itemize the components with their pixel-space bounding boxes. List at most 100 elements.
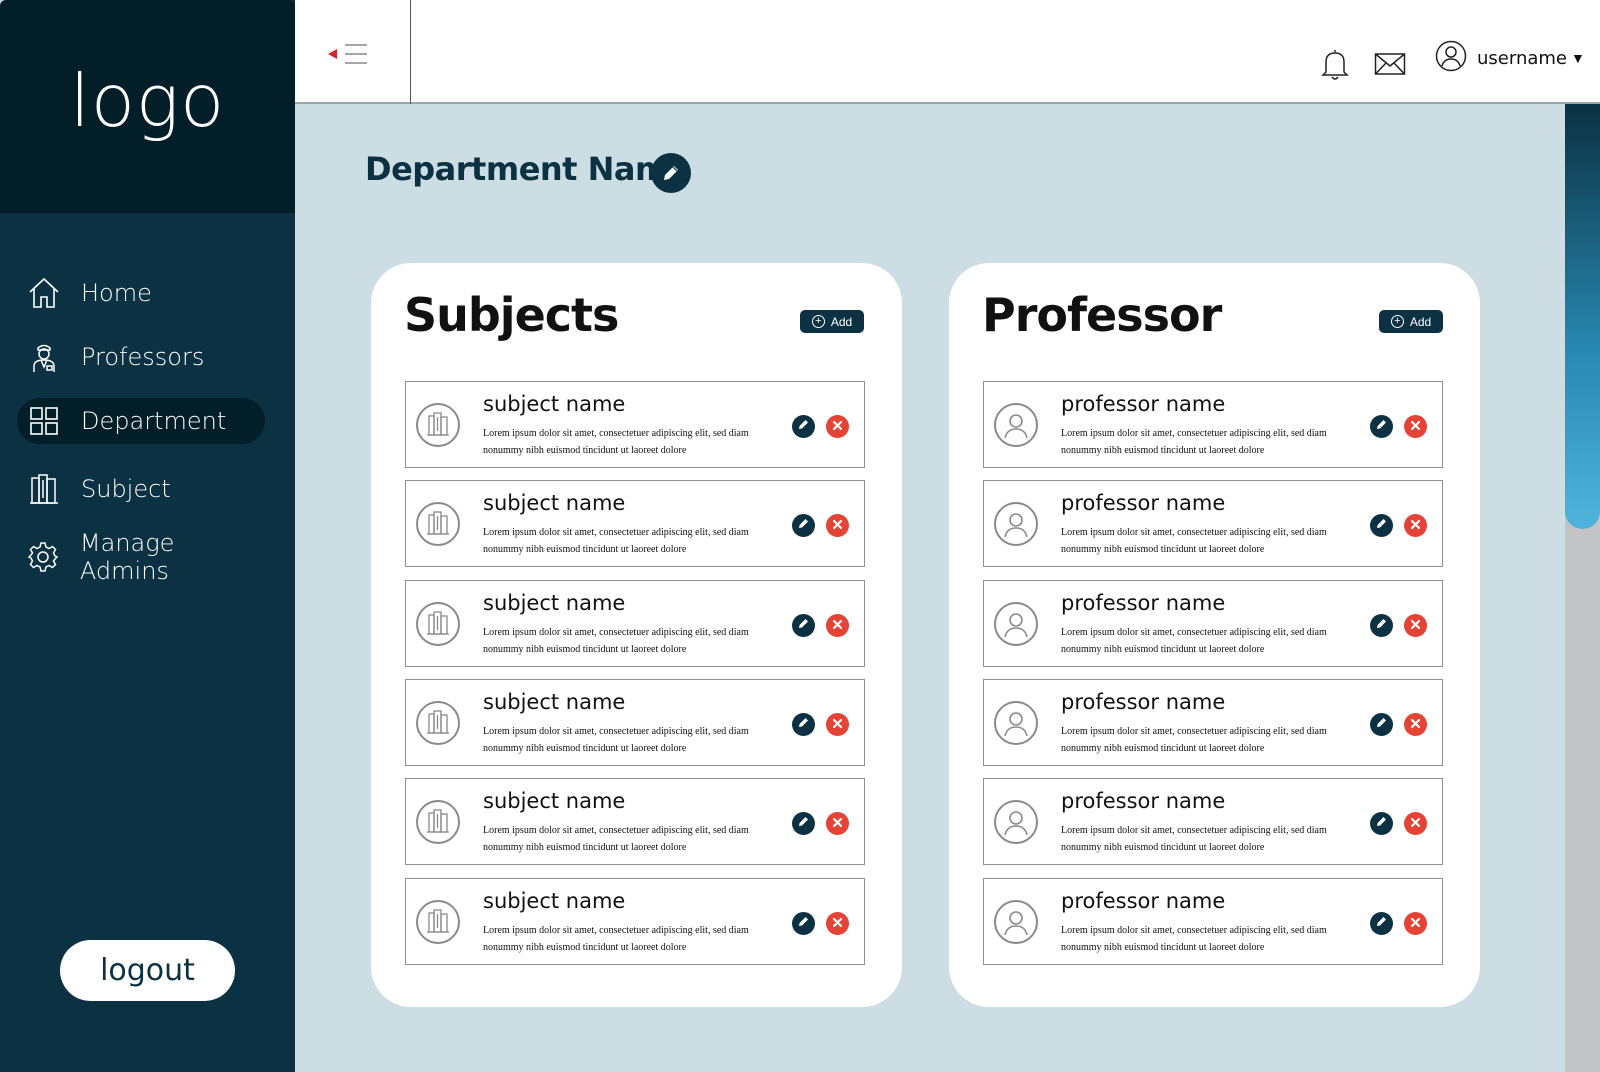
logo[interactable]: logo [70, 59, 225, 143]
subject-row[interactable]: subject name Lorem ipsum dolor sit amet, … [405, 778, 865, 865]
edit-button[interactable] [792, 415, 815, 438]
subject-row[interactable]: subject name Lorem ipsum dolor sit amet, … [405, 878, 865, 965]
books-icon [27, 472, 61, 506]
professor-row[interactable]: professor name Lorem ipsum dolor sit amet… [983, 480, 1443, 567]
delete-button[interactable] [826, 614, 849, 637]
topbar: username ▼ [295, 0, 1600, 104]
person-icon [994, 403, 1038, 447]
mail-icon[interactable] [1370, 38, 1410, 90]
page-title: Department Name [365, 150, 690, 188]
professor-row[interactable]: professor name Lorem ipsum dolor sit amet… [983, 580, 1443, 667]
professor-row[interactable]: professor name Lorem ipsum dolor sit amet… [983, 778, 1443, 865]
user-icon [1435, 40, 1467, 77]
professor-row[interactable]: professor name Lorem ipsum dolor sit amet… [983, 878, 1443, 965]
edit-button[interactable] [1370, 514, 1393, 537]
sidebar-item-label: Professors [81, 343, 205, 371]
row-name: professor name [1061, 392, 1226, 416]
add-subject-button[interactable]: + Add [800, 310, 864, 333]
subject-row[interactable]: subject name Lorem ipsum dolor sit amet, … [405, 381, 865, 468]
row-description: Lorem ipsum dolor sit amet, consectetuer… [1061, 726, 1327, 754]
pencil-icon [797, 815, 810, 833]
row-name: subject name [483, 491, 626, 515]
row-description: Lorem ipsum dolor sit amet, consectetuer… [483, 825, 749, 853]
add-professor-button[interactable]: + Add [1379, 310, 1443, 333]
delete-button[interactable] [826, 415, 849, 438]
username: username [1477, 47, 1567, 69]
edit-department-button[interactable] [651, 153, 691, 193]
pencil-icon [1375, 517, 1388, 535]
sidebar-item-manage-admins[interactable]: Manage Admins [17, 529, 265, 585]
delete-button[interactable] [1404, 514, 1427, 537]
professor-row[interactable]: professor name Lorem ipsum dolor sit amet… [983, 679, 1443, 766]
home-icon [27, 276, 61, 310]
subject-row[interactable]: subject name Lorem ipsum dolor sit amet, … [405, 679, 865, 766]
pencil-icon [1375, 815, 1388, 833]
edit-button[interactable] [792, 514, 815, 537]
subject-row[interactable]: subject name Lorem ipsum dolor sit amet, … [405, 580, 865, 667]
person-icon [994, 701, 1038, 745]
delete-button[interactable] [826, 812, 849, 835]
row-name: professor name [1061, 491, 1226, 515]
menu-toggle-icon[interactable] [325, 40, 370, 68]
sidebar-item-professors[interactable]: Professors [17, 334, 265, 380]
edit-button[interactable] [1370, 415, 1393, 438]
delete-button[interactable] [826, 514, 849, 537]
add-label: Add [830, 314, 853, 329]
row-description: Lorem ipsum dolor sit amet, consectetuer… [483, 726, 749, 754]
row-name: subject name [483, 690, 626, 714]
professor-row[interactable]: professor name Lorem ipsum dolor sit amet… [983, 381, 1443, 468]
sidebar-item-department[interactable]: Department [17, 398, 265, 444]
close-icon [1410, 617, 1421, 635]
edit-button[interactable] [792, 812, 815, 835]
scrollbar-track[interactable] [1565, 104, 1600, 1072]
close-icon [1410, 418, 1421, 436]
sidebar: logo Home Professors Department Subject [0, 0, 295, 1072]
person-icon [994, 502, 1038, 546]
subjects-title: Subjects [404, 288, 619, 342]
pencil-icon [797, 716, 810, 734]
sidebar-item-home[interactable]: Home [17, 270, 265, 316]
row-name: professor name [1061, 591, 1226, 615]
close-icon [832, 418, 843, 436]
grid-icon [27, 404, 61, 438]
row-name: professor name [1061, 690, 1226, 714]
book-icon [416, 900, 460, 944]
logout-button[interactable]: logout [60, 940, 235, 1001]
close-icon [1410, 915, 1421, 933]
edit-button[interactable] [1370, 713, 1393, 736]
delete-button[interactable] [826, 713, 849, 736]
scrollbar-thumb[interactable] [1565, 104, 1600, 529]
pencil-icon [1375, 617, 1388, 635]
row-description: Lorem ipsum dolor sit amet, consectetuer… [1061, 527, 1327, 555]
edit-button[interactable] [792, 713, 815, 736]
sidebar-item-label: Department [81, 407, 227, 435]
gear-icon [27, 540, 60, 574]
edit-button[interactable] [792, 614, 815, 637]
delete-button[interactable] [1404, 912, 1427, 935]
subject-row[interactable]: subject name Lorem ipsum dolor sit amet, … [405, 480, 865, 567]
row-description: Lorem ipsum dolor sit amet, consectetuer… [1061, 627, 1327, 655]
edit-button[interactable] [1370, 614, 1393, 637]
delete-button[interactable] [1404, 614, 1427, 637]
pencil-icon [797, 915, 810, 933]
row-name: professor name [1061, 789, 1226, 813]
person-icon [994, 602, 1038, 646]
row-description: Lorem ipsum dolor sit amet, consectetuer… [483, 428, 749, 456]
delete-button[interactable] [1404, 812, 1427, 835]
book-icon [416, 502, 460, 546]
plus-icon: + [811, 315, 825, 328]
delete-button[interactable] [1404, 415, 1427, 438]
delete-button[interactable] [826, 912, 849, 935]
edit-button[interactable] [792, 912, 815, 935]
row-name: subject name [483, 591, 626, 615]
book-icon [416, 602, 460, 646]
row-name: professor name [1061, 889, 1226, 913]
delete-button[interactable] [1404, 713, 1427, 736]
bell-icon[interactable] [1315, 38, 1355, 90]
plus-icon: + [1390, 315, 1404, 328]
edit-button[interactable] [1370, 812, 1393, 835]
user-menu[interactable]: username ▼ [1435, 40, 1585, 76]
edit-button[interactable] [1370, 912, 1393, 935]
sidebar-item-subject[interactable]: Subject [17, 466, 265, 512]
book-icon [416, 701, 460, 745]
